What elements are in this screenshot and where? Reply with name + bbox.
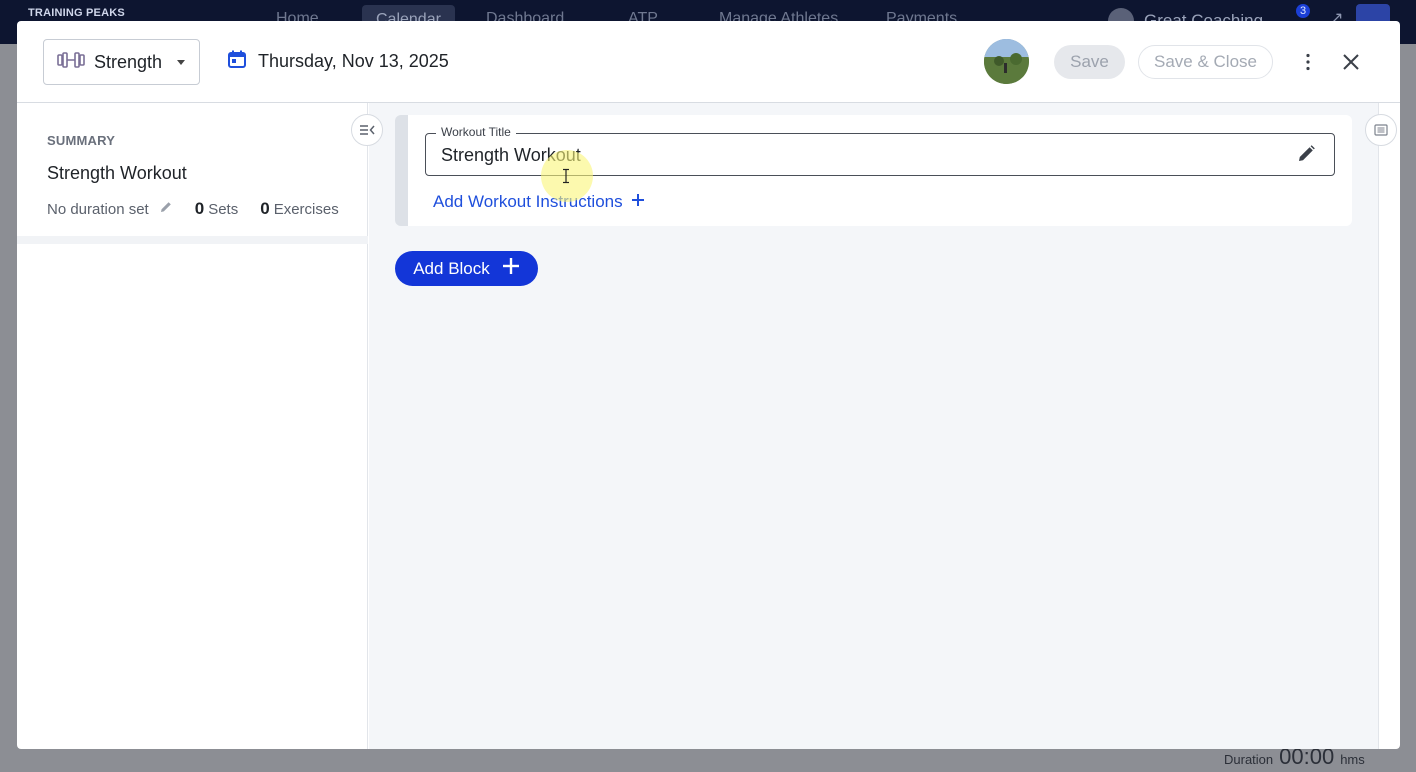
save-button[interactable]: Save: [1054, 45, 1125, 79]
date-picker[interactable]: Thursday, Nov 13, 2025: [227, 49, 449, 74]
sets-count: 0: [194, 199, 205, 218]
close-icon[interactable]: [1339, 50, 1363, 74]
workout-title-label: Workout Title: [436, 125, 516, 139]
summary-panel: SUMMARY Strength Workout No duration set…: [17, 103, 368, 749]
exercises-count: 0: [260, 199, 270, 218]
duration-unit: hms: [1340, 752, 1365, 767]
plus-icon: [502, 257, 520, 280]
modal-header: Strength Thursday, Nov 13, 2025 Save Sav…: [17, 21, 1400, 103]
duration-edit[interactable]: No duration set: [47, 200, 173, 218]
duration-label: Duration: [1224, 752, 1274, 767]
add-block-button[interactable]: Add Block: [395, 251, 538, 286]
summary-stats: No duration set 0 Sets 0 Exercises: [47, 199, 339, 219]
workout-title-card: Workout Title Strength Workout Add Worko…: [395, 115, 1352, 226]
workout-builder: Workout Title Strength Workout Add Worko…: [369, 103, 1379, 749]
calendar-icon: [227, 49, 247, 74]
add-workout-instructions-link[interactable]: Add Workout Instructions: [433, 192, 645, 212]
workout-modal: Strength Thursday, Nov 13, 2025 Save Sav…: [17, 21, 1400, 749]
duration-text: No duration set: [47, 200, 149, 218]
pencil-icon: [159, 200, 173, 218]
workout-date: Thursday, Nov 13, 2025: [258, 51, 449, 71]
exercises-label: Exercises: [273, 200, 339, 218]
add-block-label: Add Block: [413, 258, 490, 278]
save-and-close-button[interactable]: Save & Close: [1138, 45, 1273, 79]
text-cursor-icon: [562, 168, 570, 184]
dumbbell-icon: [57, 51, 85, 73]
summary-block: SUMMARY Strength Workout No duration set…: [17, 103, 368, 244]
pencil-icon[interactable]: [1296, 144, 1316, 169]
notification-badge: 3: [1296, 4, 1311, 18]
plus-icon: [631, 192, 645, 212]
collapse-summary-icon[interactable]: [351, 114, 383, 146]
workout-type-select[interactable]: Strength: [43, 39, 200, 85]
summary-heading: SUMMARY: [47, 133, 116, 148]
chevron-down-icon: [177, 59, 186, 65]
comments-icon[interactable]: [1365, 114, 1397, 146]
more-options-icon[interactable]: [1297, 51, 1319, 73]
workout-type-label: Strength: [94, 51, 163, 72]
summary-workout-title: Strength Workout: [47, 163, 187, 183]
trainingpeaks-logo: TRAINING PEAKS: [28, 7, 125, 19]
sets-label: Sets: [208, 200, 239, 218]
athlete-avatar[interactable]: [984, 39, 1029, 84]
add-instructions-label: Add Workout Instructions: [433, 192, 623, 211]
